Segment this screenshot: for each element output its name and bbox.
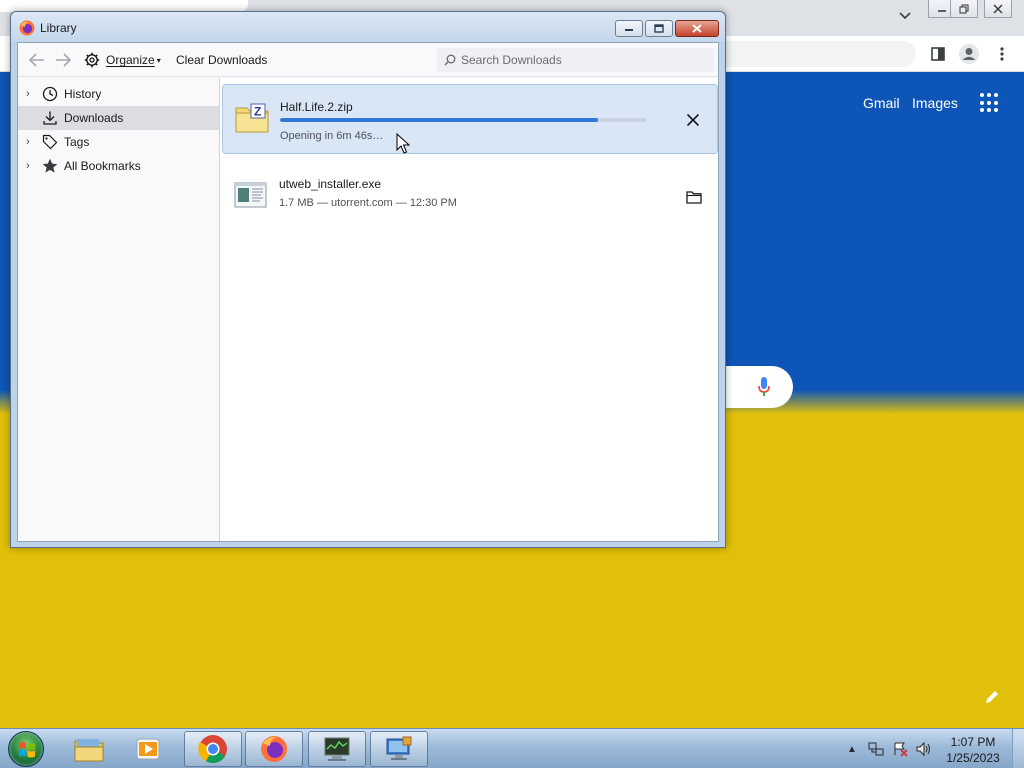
close-button[interactable] (984, 0, 1012, 18)
volume-icon[interactable] (916, 741, 932, 757)
cancel-icon (686, 113, 700, 127)
images-link[interactable]: Images (912, 95, 958, 111)
show-desktop-button[interactable] (1012, 729, 1024, 768)
taskbar-clock[interactable]: 1:07 PM 1/25/2023 (938, 734, 1008, 766)
sidebar-item-history[interactable]: › History (18, 82, 219, 106)
clear-downloads-button[interactable]: Clear Downloads (176, 53, 267, 67)
mic-icon[interactable] (757, 376, 771, 398)
sidebar-item-label: History (64, 87, 102, 101)
library-sidebar: › History Downloads › Tags › All Bookmar… (18, 78, 219, 541)
gear-icon (84, 52, 100, 68)
library-minimize-button[interactable] (615, 20, 643, 37)
star-icon (42, 158, 58, 174)
organize-button[interactable]: Organize ▾ (84, 50, 161, 70)
download-icon (42, 110, 58, 126)
mouse-cursor-icon (396, 133, 410, 154)
clock-time: 1:07 PM (950, 735, 996, 749)
library-titlebar[interactable]: Library (11, 12, 725, 42)
sidebar-item-label: Tags (64, 135, 90, 149)
expand-arrow-icon[interactable]: › (26, 160, 40, 172)
system-tray: ▲ (844, 729, 940, 768)
library-close-button[interactable] (675, 20, 719, 37)
executable-file-icon (234, 182, 267, 208)
svg-text:Z: Z (254, 105, 261, 119)
taskbar-system-monitor[interactable] (308, 731, 366, 767)
sidebar-item-tags[interactable]: › Tags (18, 130, 219, 154)
forward-arrow-icon[interactable] (54, 52, 72, 68)
sidebar-item-label: All Bookmarks (64, 159, 141, 173)
action-center-icon[interactable] (892, 741, 908, 757)
gmail-link[interactable]: Gmail (863, 95, 900, 111)
restore-button[interactable] (950, 0, 978, 18)
taskbar-chrome[interactable] (184, 731, 242, 767)
system-monitor-icon (324, 737, 350, 761)
download-progress-fill (280, 118, 599, 122)
library-toolbar: Organize ▾ Clear Downloads (18, 43, 718, 77)
profile-icon[interactable] (958, 43, 980, 65)
expand-arrow-icon[interactable]: › (26, 136, 40, 148)
firefox-icon (261, 736, 287, 762)
taskbar-media-player[interactable] (120, 731, 178, 767)
minimize-icon (938, 9, 946, 12)
show-hidden-icons-icon[interactable]: ▲ (844, 741, 860, 757)
sidebar-item-label: Downloads (64, 111, 124, 125)
download-status: Opening in 6m 46s… (280, 130, 384, 142)
back-arrow-icon[interactable] (28, 52, 46, 68)
sidebar-item-all-bookmarks[interactable]: › All Bookmarks (18, 154, 219, 178)
folder-icon (686, 191, 702, 204)
chrome-icon (198, 735, 227, 763)
download-filename: Half.Life.2.zip (280, 100, 353, 114)
library-window: Library Organize ▾ Clear Downloads Searc… (10, 11, 726, 548)
expand-arrow-icon[interactable]: › (26, 88, 40, 100)
search-downloads-input[interactable] (461, 53, 701, 67)
download-status: 1.7 MB — utorrent.com — 12:30 PM (279, 197, 457, 209)
apps-grid-icon[interactable] (980, 93, 1000, 113)
zip-file-icon: Z (235, 103, 269, 133)
address-bar[interactable] (720, 41, 916, 67)
download-progress-bar (280, 118, 646, 122)
menu-dots-icon[interactable] (991, 43, 1013, 65)
network-icon[interactable] (868, 741, 884, 757)
download-item[interactable]: Z Half.Life.2.zip Opening in 6m 46s… (222, 84, 718, 154)
search-icon (444, 54, 456, 66)
maximize-icon (654, 24, 664, 33)
library-body: Organize ▾ Clear Downloads › History (17, 42, 719, 542)
downloads-list: Z Half.Life.2.zip Opening in 6m 46s… utw… (219, 78, 718, 541)
minimize-icon (625, 28, 633, 31)
close-icon (692, 24, 702, 33)
start-button[interactable] (8, 731, 44, 767)
sidebar-icon[interactable] (927, 43, 949, 65)
remote-desktop-icon (386, 736, 412, 760)
clock-icon (42, 86, 58, 102)
taskbar-windows-explorer[interactable] (60, 731, 118, 767)
close-icon (993, 4, 1003, 13)
windows-explorer-icon (74, 739, 104, 762)
firefox-logo-icon (19, 20, 35, 36)
media-player-icon (136, 738, 160, 760)
show-in-folder-button[interactable] (684, 187, 704, 207)
chevron-down-icon[interactable] (896, 7, 914, 25)
taskbar-remote-desktop[interactable] (370, 731, 428, 767)
library-window-title: Library (40, 21, 77, 35)
organize-label: Organize (106, 53, 155, 67)
sidebar-item-downloads[interactable]: Downloads (18, 106, 219, 130)
search-downloads-field[interactable] (437, 48, 714, 72)
library-maximize-button[interactable] (645, 20, 673, 37)
cancel-download-button[interactable] (683, 110, 703, 130)
pencil-icon[interactable] (983, 688, 1001, 706)
chevron-down-icon: ▾ (156, 55, 161, 65)
download-item[interactable]: utweb_installer.exe 1.7 MB — utorrent.co… (222, 162, 718, 232)
windows-taskbar: ▲ 1:07 PM 1/25/2023 (0, 728, 1024, 768)
windows-logo-icon (19, 742, 35, 758)
tag-icon (42, 134, 58, 150)
download-filename: utweb_installer.exe (279, 177, 382, 191)
restore-icon (959, 4, 969, 13)
clock-date: 1/25/2023 (946, 751, 1000, 765)
taskbar-firefox[interactable] (245, 731, 303, 767)
